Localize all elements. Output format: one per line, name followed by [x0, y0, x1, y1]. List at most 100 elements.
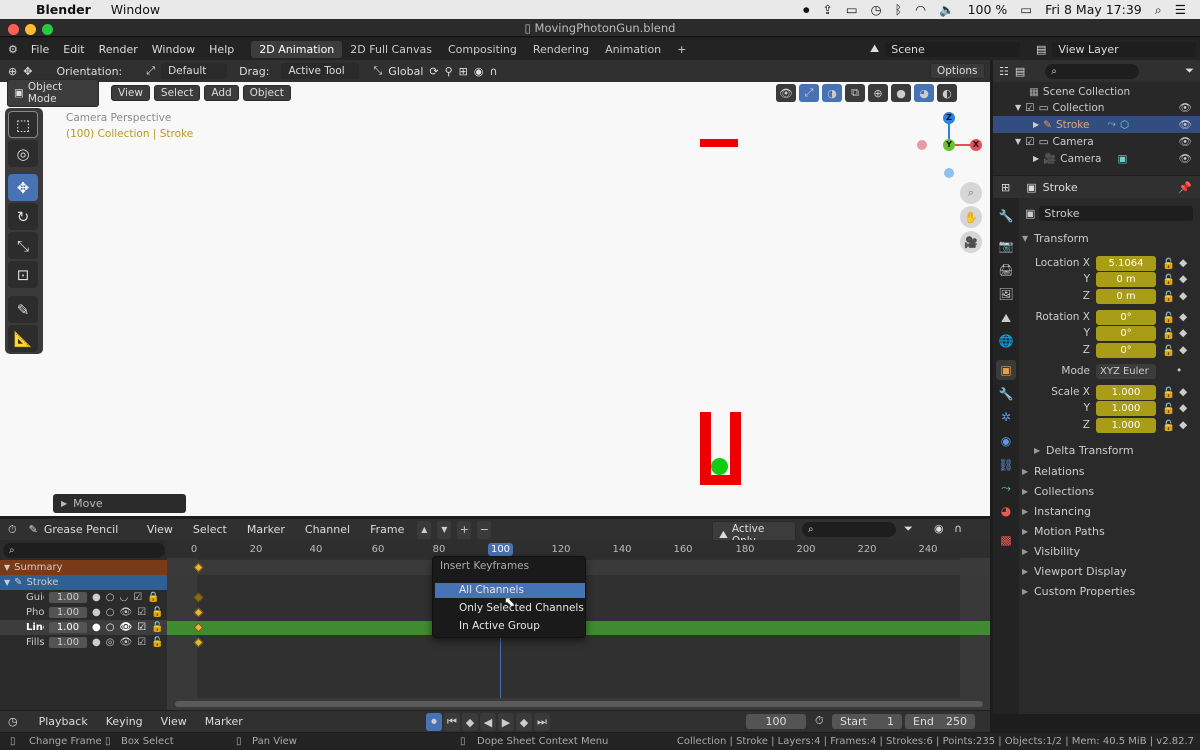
transform-pivot-icon[interactable]: ⊕	[8, 65, 17, 78]
last-operator-panel[interactable]: ▶ Move	[53, 494, 186, 513]
onion-dot-icon[interactable]: ●	[92, 592, 101, 603]
menu-file[interactable]: File	[24, 43, 56, 56]
channel-search-field[interactable]: ⌕	[3, 543, 165, 558]
onion-dot-icon[interactable]: ●	[92, 607, 101, 618]
layer-down-icon[interactable]: ▼	[437, 520, 452, 539]
outliner-camera-collection[interactable]: ▼ ☑ ▭ Camera 👁	[993, 133, 1200, 150]
battery-icon[interactable]: ▭	[1020, 2, 1032, 17]
close-window-button[interactable]	[8, 24, 19, 35]
record-icon[interactable]: ⏺	[803, 2, 809, 18]
lock-icon[interactable]: 🔓	[1162, 344, 1175, 357]
lock-icon[interactable]: 🔓	[1162, 257, 1175, 270]
gizmo-neg-z[interactable]	[944, 168, 954, 178]
wifi-icon[interactable]: ◠	[915, 2, 926, 17]
onion-skin-icon[interactable]: ○	[106, 592, 115, 603]
hidden-icon[interactable]: ◡	[119, 592, 128, 603]
view-layer-selector[interactable]: ▤ View Layer	[1036, 41, 1196, 57]
xray-icon[interactable]: ⧉	[845, 84, 865, 102]
layer-row-fills[interactable]: Fills 1.00 ● ◎ 👁 ☑ 🔓	[0, 635, 167, 650]
falloff-icon[interactable]: ∩	[490, 65, 498, 78]
eye-icon[interactable]: 👁	[1179, 152, 1192, 165]
viewport-menu-select[interactable]: Select	[153, 85, 201, 101]
keyframe-icon[interactable]: ◆	[1179, 273, 1187, 285]
eye-icon[interactable]: 👁	[1179, 101, 1192, 114]
output-properties-icon[interactable]: 🖨	[996, 260, 1016, 280]
rotation-x-field[interactable]: 0°	[1096, 309, 1156, 325]
falloff-icon[interactable]: ∩	[954, 522, 962, 535]
timeline-menu-playback[interactable]: Playback	[32, 715, 95, 728]
bluetooth-icon[interactable]: ᛒ	[895, 2, 903, 17]
lock-icon[interactable]: 🔓	[1162, 311, 1175, 324]
keyframe-icon[interactable]: ◆	[1179, 344, 1187, 356]
orientation-dropdown[interactable]: Default	[161, 63, 228, 79]
material-properties-icon[interactable]: ◕	[996, 501, 1016, 521]
motion-paths-panel[interactable]: ▶ Motion Paths	[1022, 521, 1194, 541]
lock-icon[interactable]: 🔓	[1162, 327, 1175, 340]
annotate-tool[interactable]: ✎	[8, 296, 38, 323]
outliner-scene-collection[interactable]: ▦ Scene Collection	[993, 83, 1200, 100]
overlay-icon[interactable]: ◑	[822, 84, 842, 102]
keyframe-icon[interactable]: ◆	[1179, 419, 1187, 431]
wireframe-shading-icon[interactable]: ⊕	[868, 84, 888, 102]
timeline-menu-view[interactable]: View	[154, 715, 194, 728]
viewport-display-panel[interactable]: ▶ Viewport Display	[1022, 561, 1194, 581]
pivot-icon[interactable]: ⟳	[429, 65, 438, 78]
start-frame-field[interactable]: Start 1	[832, 714, 902, 729]
object-name-field[interactable]: ▣ Stroke	[1025, 204, 1193, 222]
dopesheet-menu-select[interactable]: Select	[186, 523, 234, 536]
scale-y-field[interactable]: 1.000	[1096, 400, 1156, 416]
collections-panel[interactable]: ▶ Collections	[1022, 481, 1194, 501]
dopesheet-mode-dropdown[interactable]: Grease Pencil	[44, 523, 134, 536]
tab-compositing[interactable]: Compositing	[440, 41, 525, 58]
solid-shading-icon[interactable]: ●	[891, 84, 911, 102]
unlock-icon[interactable]: 🔓	[151, 637, 163, 648]
lock-icon[interactable]: 🔓	[1162, 419, 1175, 432]
zoom-view-icon[interactable]: ⌕	[960, 182, 982, 204]
menu-render[interactable]: Render	[92, 43, 145, 56]
current-frame-indicator[interactable]: 100	[488, 543, 513, 556]
onion-skin-icon[interactable]: ○	[106, 622, 115, 633]
layer-opacity-field[interactable]: 1.00	[49, 622, 87, 633]
keyframe-dot-icon[interactable]: •	[1176, 365, 1182, 377]
render-properties-icon[interactable]: 📷	[996, 236, 1016, 256]
options-dropdown[interactable]: Options	[930, 63, 985, 79]
keyframe-icon[interactable]: ◆	[1179, 290, 1187, 302]
search-icon[interactable]: ⌕	[1155, 2, 1162, 18]
proportional-icon[interactable]: ◉	[474, 65, 484, 78]
lock-icon[interactable]: 🔓	[1162, 386, 1175, 399]
layer-row-guide[interactable]: Guic 1.00 ● ○ ◡ ☑ 🔒	[0, 590, 167, 605]
scene-selector[interactable]: ⛰ Scene	[870, 41, 1020, 57]
prev-keyframe-icon[interactable]: ◆	[462, 713, 478, 731]
filter-icon[interactable]: ⏷	[904, 522, 913, 536]
modifier-properties-icon[interactable]: 🔧	[996, 384, 1016, 404]
material-shading-icon[interactable]: ◕	[914, 84, 934, 102]
dopesheet-menu-channel[interactable]: Channel	[298, 523, 357, 536]
menu-help[interactable]: Help	[202, 43, 241, 56]
texture-properties-icon[interactable]: ▩	[996, 530, 1016, 550]
onion-skin-icon[interactable]: ◎	[106, 637, 115, 648]
eye-icon[interactable]: 👁	[119, 622, 132, 633]
lock-icon[interactable]: 🔓	[1162, 402, 1175, 415]
pan-view-icon[interactable]: ✋	[960, 206, 982, 228]
display-icon[interactable]: ▭	[846, 2, 858, 17]
menu-window[interactable]: Window	[145, 43, 202, 56]
effects-properties-icon[interactable]: ✲	[996, 407, 1016, 427]
pin-icon[interactable]: 📌	[1178, 181, 1200, 194]
cursor-tool[interactable]: ◎	[8, 140, 38, 167]
play-icon[interactable]: ▶	[498, 713, 514, 731]
custom-properties-panel[interactable]: ▶ Custom Properties	[1022, 581, 1194, 601]
collapse-icon[interactable]: ▼	[1015, 137, 1021, 146]
display-mode-icon[interactable]: ▤	[1015, 65, 1025, 78]
layer-row-line[interactable]: Line 1.00 ● ○ 👁 ☑ 🔓	[0, 620, 167, 635]
control-center-icon[interactable]: ☰	[1175, 2, 1186, 17]
battery-text[interactable]: 100 %	[968, 2, 1008, 17]
relations-panel[interactable]: ▶ Relations	[1022, 461, 1194, 481]
keyframe-icon[interactable]: ◆	[1179, 257, 1187, 269]
rotation-mode-dropdown[interactable]: XYZ Euler	[1096, 363, 1156, 379]
snap-target-icon[interactable]: ⊞	[459, 65, 468, 78]
checkbox-icon[interactable]: ☑	[137, 637, 146, 648]
rotation-z-field[interactable]: 0°	[1096, 342, 1156, 358]
rendered-shading-icon[interactable]: ◐	[937, 84, 957, 102]
layer-opacity-field[interactable]: 1.00	[49, 607, 87, 618]
end-frame-field[interactable]: End 250	[905, 714, 975, 729]
